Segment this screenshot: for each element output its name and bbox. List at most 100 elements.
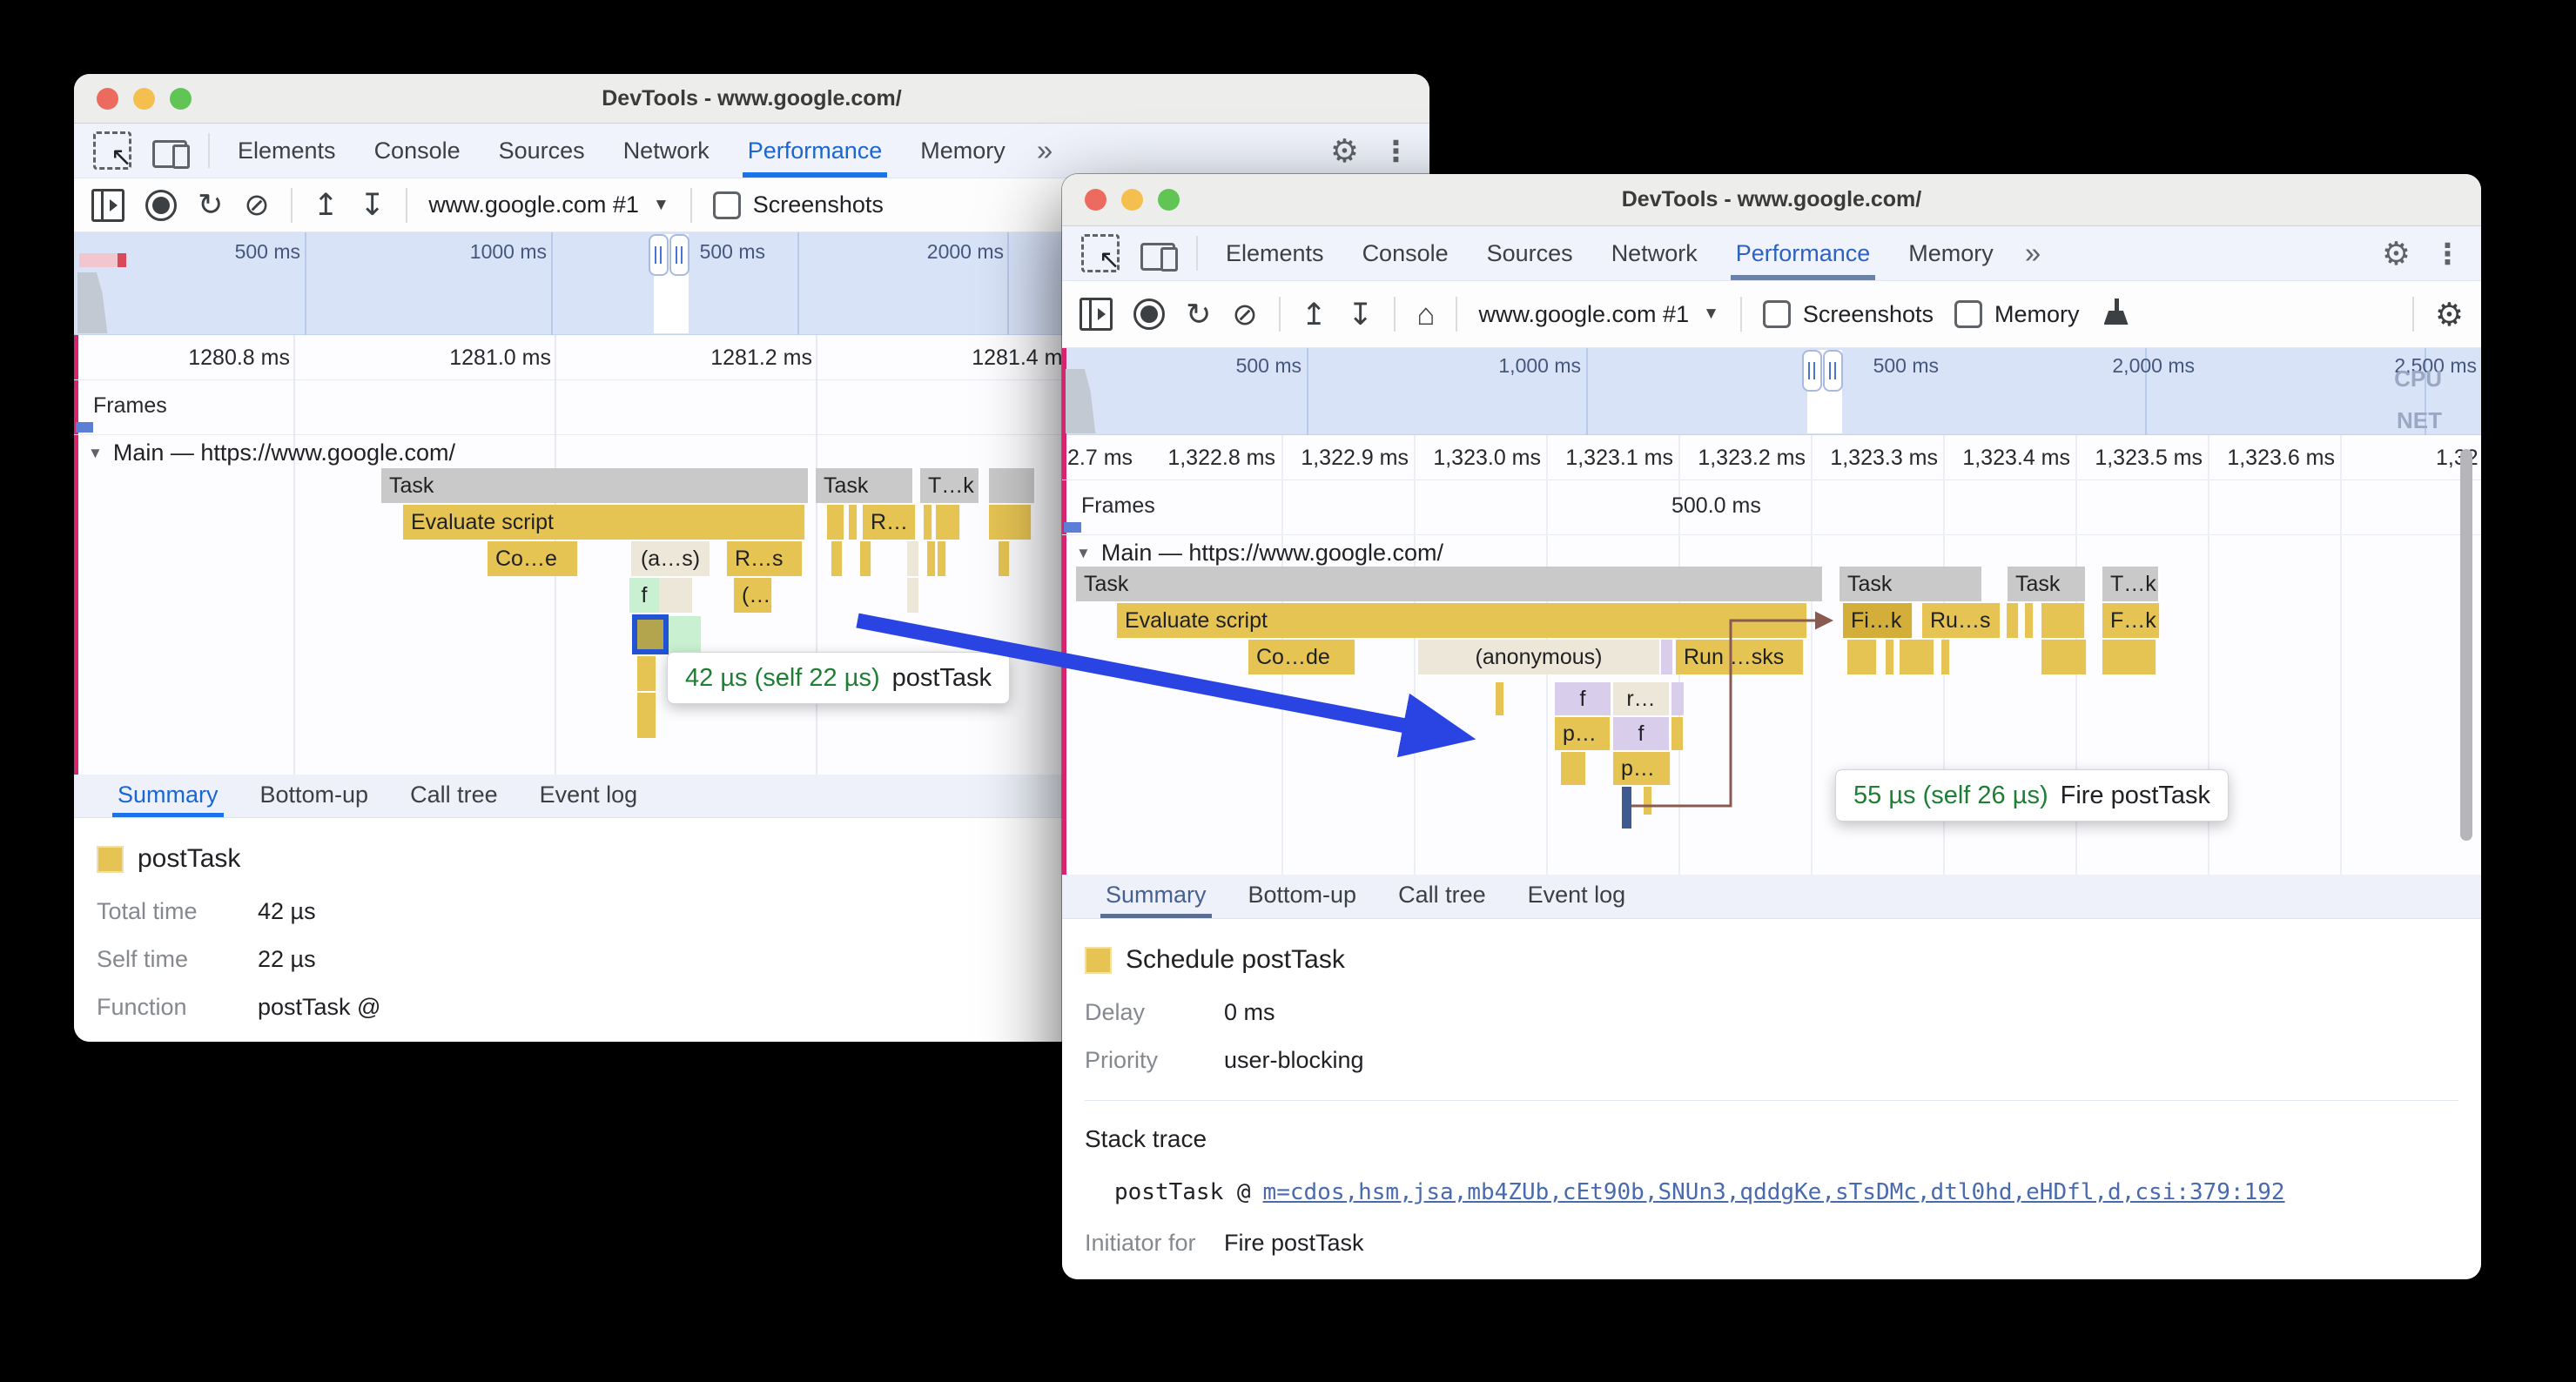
ruler-tick: 1280.8 ms [188, 346, 290, 370]
selection-handle-right[interactable] [669, 234, 689, 276]
flame-bar[interactable]: f [1613, 717, 1669, 750]
flame-bar[interactable]: R… [863, 505, 916, 540]
flame-bar[interactable] [2025, 603, 2034, 638]
flame-bar[interactable] [637, 656, 656, 691]
flame-bar[interactable]: Co…e [488, 541, 578, 576]
flame-bar[interactable] [1644, 787, 1652, 815]
flame-bar[interactable]: R…s [727, 541, 803, 576]
main-track-header[interactable]: ▼ Main — https://www.google.com/ [1076, 540, 1443, 567]
flame-bar[interactable]: (a…s) [631, 541, 710, 576]
flame-bar[interactable] [989, 468, 1036, 503]
summary-row-label: Priority [1085, 1047, 1159, 1073]
flame-bar[interactable]: Run …sks [1676, 640, 1804, 674]
chart-decoration [816, 335, 817, 775]
flame-bar[interactable]: Evaluate script [1117, 603, 1807, 638]
flame-bar[interactable] [860, 541, 871, 576]
chart-decoration [1064, 522, 1081, 533]
initiator-value[interactable]: Fire postTask [1224, 1230, 1364, 1257]
flame-bar[interactable]: (…) [734, 578, 772, 613]
main-track-header[interactable]: ▼ Main — https://www.google.com/ [88, 439, 455, 466]
flame-bar[interactable] [907, 541, 918, 576]
flame-bar[interactable] [1886, 640, 1894, 674]
flame-bar[interactable]: p… [1613, 752, 1671, 785]
flame-bar[interactable] [1847, 640, 1877, 674]
flame-bar[interactable] [831, 541, 843, 576]
flame-bar[interactable]: T…k [2102, 567, 2160, 601]
flame-bar[interactable]: p… [1555, 717, 1611, 750]
chart-decoration [1586, 348, 1588, 435]
ruler-tick: 1,322.8 ms [1167, 446, 1275, 470]
tab-event-log[interactable]: Event log [1523, 875, 1631, 918]
selection-handle-left[interactable] [1802, 350, 1822, 392]
summary-row-value: 22 µs [258, 946, 316, 972]
flame-bar[interactable] [827, 505, 844, 540]
flame-bar[interactable]: Fi…k [1843, 603, 1913, 638]
flame-bar[interactable] [907, 578, 918, 613]
flame-bar[interactable]: Ru…s [1922, 603, 2001, 638]
tab-call-tree[interactable]: Call tree [405, 775, 503, 817]
flame-bar[interactable] [1561, 752, 1586, 785]
flame-bar[interactable]: Task [381, 468, 810, 503]
tab-event-log[interactable]: Event log [535, 775, 643, 817]
flame-bar[interactable] [1671, 682, 1684, 715]
selection-handle-left[interactable] [649, 234, 669, 276]
flame-bar[interactable]: (anonymous) [1418, 640, 1659, 674]
cpu-track-label: CPU [2394, 366, 2442, 392]
stack-frame-link[interactable]: m=cdos,hsm,jsa,mb4ZUb,cEt90b,SNUn3,qddgK… [1263, 1179, 2285, 1205]
flame-bar[interactable] [1496, 682, 1504, 715]
flame-bar[interactable] [2007, 603, 2019, 638]
summary-row: Priority user-blocking [1085, 1047, 2481, 1074]
tab-call-tree[interactable]: Call tree [1393, 875, 1491, 918]
flame-bar[interactable]: r… [1613, 682, 1669, 715]
summary-row-label: Total time [97, 898, 198, 924]
tab-bottom-up[interactable]: Bottom-up [255, 775, 374, 817]
flame-bar[interactable]: Task [1076, 567, 1824, 601]
flame-bar[interactable] [1900, 640, 1934, 674]
tab-summary[interactable]: Summary [112, 775, 224, 817]
flame-bar[interactable] [2041, 640, 2087, 674]
frames-track-label: Frames [1081, 493, 1155, 518]
flame-bar[interactable]: f [629, 578, 659, 613]
disclosure-triangle-icon[interactable]: ▼ [1076, 545, 1091, 562]
flame-bar[interactable]: Evaluate script [403, 505, 805, 540]
tab-summary[interactable]: Summary [1100, 875, 1212, 918]
flame-bar[interactable] [927, 541, 936, 576]
ruler-tick: 1,323.4 ms [1962, 446, 2070, 470]
flame-bar[interactable]: Task [816, 468, 914, 503]
flame-bar[interactable]: Task [1840, 567, 1983, 601]
selected-flame-bar[interactable] [632, 614, 669, 654]
schedule-posttask-marker[interactable] [1622, 787, 1631, 829]
vertical-scrollbar-thumb[interactable] [2460, 449, 2472, 841]
flame-bar[interactable] [1671, 717, 1684, 750]
flame-bar[interactable] [936, 505, 960, 540]
flame-bar[interactable] [924, 505, 932, 540]
flame-bar[interactable] [938, 541, 946, 576]
flame-bar[interactable]: F…k [2102, 603, 2160, 638]
flame-bar[interactable] [1941, 640, 1950, 674]
flame-bar[interactable] [637, 693, 656, 738]
flame-bar[interactable] [2041, 603, 2085, 638]
flame-bar[interactable] [2102, 640, 2156, 674]
chart-decoration [2340, 435, 2342, 875]
flame-bar[interactable] [989, 505, 1032, 540]
ruler-tick: 1,323.1 ms [1565, 446, 1673, 470]
flame-bar[interactable] [669, 616, 701, 653]
selection-handle-right[interactable] [1823, 350, 1843, 392]
flame-bar[interactable] [999, 541, 1010, 576]
ruler-tick: 1,323.3 ms [1830, 446, 1938, 470]
details-tab-bar: Summary Bottom-up Call tree Event log [1062, 875, 2481, 919]
chart-decoration [1007, 232, 1009, 335]
disclosure-triangle-icon[interactable]: ▼ [88, 445, 103, 462]
main-track-label: Main — https://www.google.com/ [112, 439, 455, 466]
flame-bar[interactable] [849, 505, 858, 540]
flame-bar[interactable] [659, 578, 692, 613]
ruler-tick: 1,322.9 ms [1301, 446, 1409, 470]
stack-trace-heading: Stack trace [1085, 1125, 1207, 1152]
initiator-row: Initiator for Fire postTask [1085, 1230, 2458, 1257]
flame-bar[interactable]: Co…de [1248, 640, 1355, 674]
flame-bar[interactable]: f [1555, 682, 1611, 715]
flame-bar[interactable]: Task [2008, 567, 2087, 601]
flame-bar[interactable]: T…k [920, 468, 980, 503]
flame-bar[interactable] [1661, 640, 1672, 674]
tab-bottom-up[interactable]: Bottom-up [1243, 875, 1362, 918]
